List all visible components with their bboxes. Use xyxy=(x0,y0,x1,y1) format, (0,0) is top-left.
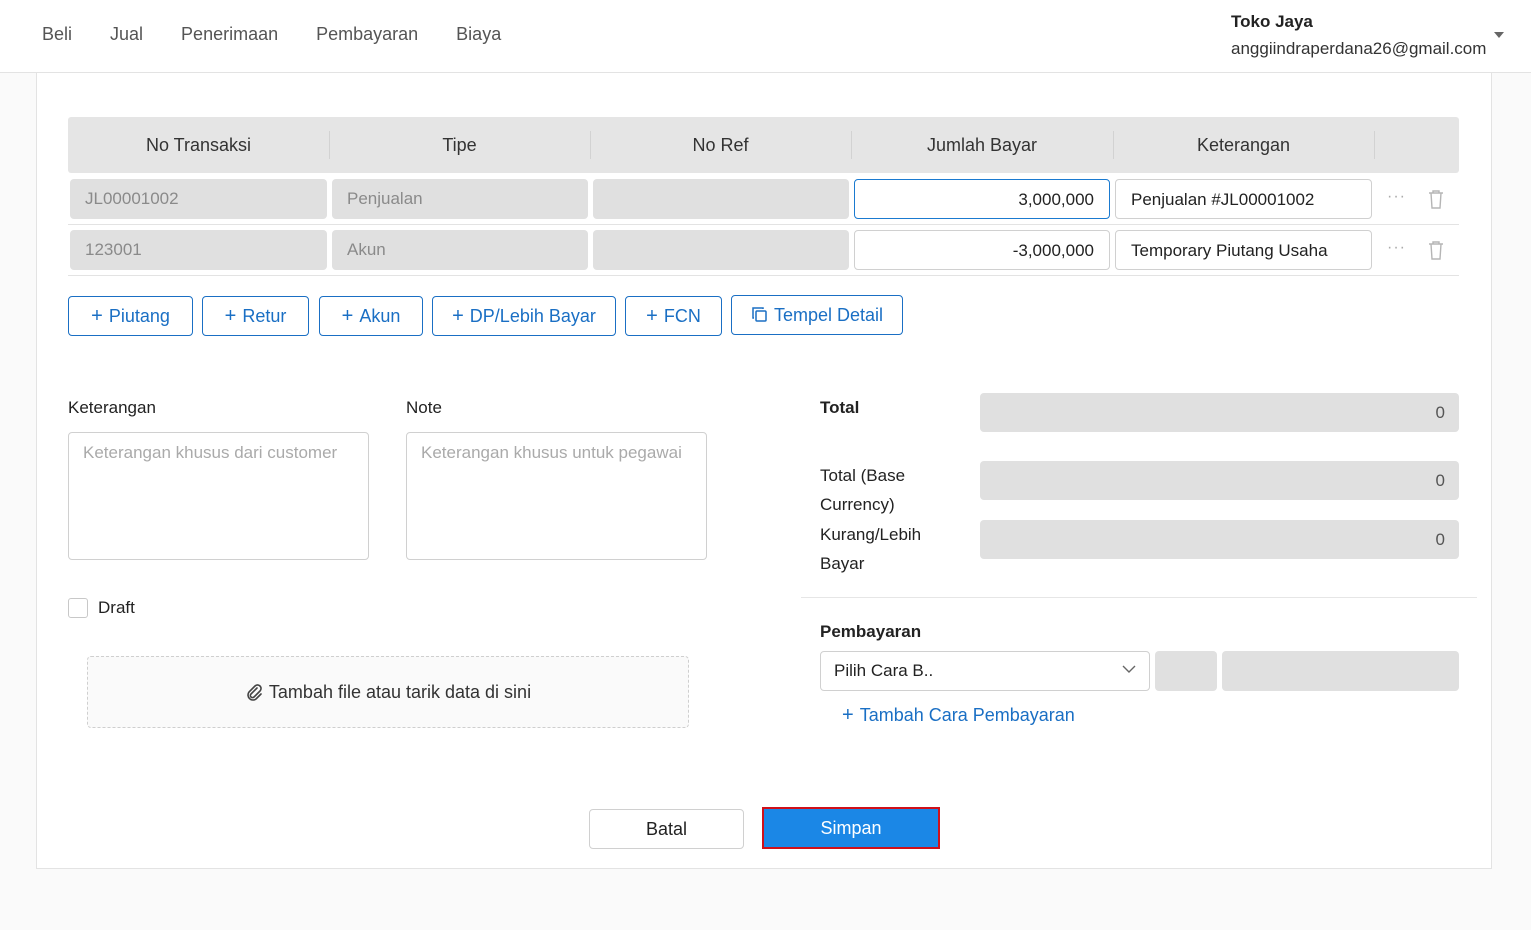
row2-no-ref xyxy=(593,230,849,270)
cancel-button[interactable]: Batal xyxy=(589,809,744,849)
row2-trash-icon[interactable] xyxy=(1428,240,1444,260)
add-payment-method-label: Tambah Cara Pembayaran xyxy=(859,705,1075,725)
table-header: No Transaksi Tipe No Ref Jumlah Bayar Ke… xyxy=(68,117,1459,173)
tempel-detail-label: Tempel Detail xyxy=(773,305,884,325)
header-keterangan: Keterangan xyxy=(1196,135,1291,155)
user-email: anggiindraperdana26@gmail.com xyxy=(1231,39,1487,58)
total-base-label-line2: Currency) xyxy=(820,495,895,514)
total-value: 0 xyxy=(980,393,1459,432)
add-retur-label: Retur xyxy=(242,306,287,326)
file-dropzone[interactable]: Tambah file atau tarik data di sini xyxy=(87,656,689,728)
paperclip-icon xyxy=(247,684,262,701)
user-menu[interactable]: Toko Jaya anggiindraperdana26@gmail.com xyxy=(1231,12,1486,59)
company-name: Toko Jaya xyxy=(1231,12,1313,31)
chevron-down-icon xyxy=(1122,665,1136,673)
summary-divider xyxy=(801,597,1477,598)
plus-icon: + xyxy=(452,305,464,327)
add-fcn-label: FCN xyxy=(663,306,701,326)
add-payment-method-link[interactable]: + Tambah Cara Pembayaran xyxy=(842,704,1075,727)
plus-icon: + xyxy=(842,704,854,726)
row2-keterangan-input[interactable]: Temporary Piutang Usaha xyxy=(1115,230,1372,270)
kurang-lebih-label-line1: Kurang/Lebih xyxy=(820,525,922,544)
keterangan-label: Keterangan xyxy=(68,398,156,417)
nav-beli[interactable]: Beli xyxy=(42,24,72,45)
row1-keterangan-input[interactable]: Penjualan #JL00001002 xyxy=(1115,179,1372,219)
row1-no-transaksi: JL00001002 xyxy=(70,179,327,219)
draft-checkbox[interactable] xyxy=(68,598,88,618)
payment-currency-field[interactable] xyxy=(1155,651,1217,691)
row2-more-icon[interactable]: ··· xyxy=(1387,239,1406,257)
save-button[interactable]: Simpan xyxy=(762,807,940,849)
add-fcn-button[interactable]: + FCN xyxy=(625,296,722,336)
top-navbar: Beli Jual Penerimaan Pembayaran Biaya To… xyxy=(0,0,1531,73)
nav-biaya[interactable]: Biaya xyxy=(456,24,501,45)
plus-icon: + xyxy=(341,305,354,327)
header-divider xyxy=(1374,131,1375,159)
keterangan-textarea[interactable]: Keterangan khusus dari customer xyxy=(68,432,369,560)
row-divider xyxy=(68,224,1459,225)
add-retur-button[interactable]: + Retur xyxy=(202,296,309,336)
add-dp-label: DP/Lebih Bayar xyxy=(469,306,596,326)
row-divider xyxy=(68,275,1459,276)
total-base-label-line1: Total (Base xyxy=(820,466,906,485)
header-no-transaksi: No Transaksi xyxy=(145,135,252,155)
row2-jumlah-bayar-input[interactable]: -3,000,000 xyxy=(854,230,1110,270)
payment-method-value: Pilih Cara B.. xyxy=(834,661,934,680)
row1-tipe: Penjualan xyxy=(332,179,588,219)
tempel-detail-button[interactable]: Tempel Detail xyxy=(731,295,903,335)
add-piutang-label: Piutang xyxy=(108,306,170,326)
dropzone-label: Tambah file atau tarik data di sini xyxy=(268,682,532,702)
total-label: Total xyxy=(820,398,860,417)
pembayaran-label: Pembayaran xyxy=(820,622,922,641)
kurang-lebih-label-line2: Bayar xyxy=(820,554,865,573)
header-jumlah-bayar: Jumlah Bayar xyxy=(926,135,1038,155)
caret-down-icon[interactable] xyxy=(1494,32,1504,38)
note-label: Note xyxy=(406,398,442,417)
nav-penerimaan[interactable]: Penerimaan xyxy=(181,24,278,45)
payment-amount-field[interactable] xyxy=(1222,651,1459,691)
nav-pembayaran[interactable]: Pembayaran xyxy=(316,24,418,45)
copy-icon xyxy=(752,307,767,322)
row1-more-icon[interactable]: ··· xyxy=(1387,188,1406,206)
header-tipe: Tipe xyxy=(442,135,477,155)
add-akun-label: Akun xyxy=(359,306,401,326)
header-no-ref: No Ref xyxy=(692,135,749,155)
payment-method-select[interactable]: Pilih Cara B.. xyxy=(820,651,1150,691)
plus-icon: + xyxy=(646,305,658,327)
note-textarea[interactable]: Keterangan khusus untuk pegawai xyxy=(406,432,707,560)
total-base-label: Total (Base Currency) xyxy=(820,461,940,519)
row2-no-transaksi: 123001 xyxy=(70,230,327,270)
total-base-value: 0 xyxy=(980,461,1459,500)
main-nav: Beli Jual Penerimaan Pembayaran Biaya xyxy=(42,24,539,45)
nav-jual[interactable]: Jual xyxy=(110,24,143,45)
add-piutang-button[interactable]: + Piutang xyxy=(68,296,193,336)
add-akun-button[interactable]: + Akun xyxy=(319,296,423,336)
kurang-lebih-value: 0 xyxy=(980,520,1459,559)
row1-jumlah-bayar-input[interactable]: 3,000,000 xyxy=(854,179,1110,219)
kurang-lebih-label: Kurang/Lebih Bayar xyxy=(820,520,940,578)
add-dp-lebih-bayar-button[interactable]: + DP/Lebih Bayar xyxy=(432,296,616,336)
plus-icon: + xyxy=(224,305,237,327)
plus-icon: + xyxy=(91,305,103,327)
draft-label: Draft xyxy=(98,598,135,617)
row1-trash-icon[interactable] xyxy=(1428,189,1444,209)
row2-tipe: Akun xyxy=(332,230,588,270)
row1-no-ref xyxy=(593,179,849,219)
